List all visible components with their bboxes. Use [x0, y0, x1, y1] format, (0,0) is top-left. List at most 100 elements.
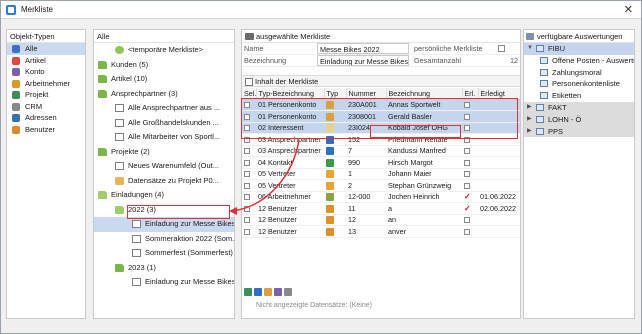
done-cell[interactable] — [462, 145, 478, 157]
report-item[interactable]: Zahlungsmoral — [524, 67, 634, 79]
tree-item[interactable]: Sommeraktion 2022 (Som... — [94, 232, 234, 247]
select-cell[interactable] — [242, 110, 256, 123]
close-icon[interactable]: ✕ — [624, 3, 633, 16]
tree-item[interactable]: Alle Ansprechpartner aus ... — [94, 101, 234, 116]
record-type-icon — [326, 181, 334, 190]
folder-open-icon — [98, 191, 107, 199]
column-header[interactable]: Erl. — [462, 88, 479, 100]
object-type-item[interactable]: Adressen — [7, 112, 85, 124]
row-select-checkbox[interactable] — [244, 113, 250, 120]
tree-item[interactable]: Kunden (5) — [94, 58, 234, 73]
done-cell[interactable] — [462, 225, 478, 238]
report-item[interactable]: Offene Posten - Auswertung — [524, 55, 634, 67]
table-row[interactable]: 01 Personenkonto 230A001 Annas Sportwelt — [242, 99, 520, 111]
tree-item[interactable]: Alle Großhandelskunden ... — [94, 116, 234, 131]
done-checkbox[interactable] — [464, 228, 470, 235]
tree-item[interactable]: Einladungen (4) — [94, 188, 234, 203]
done-checkbox[interactable] — [464, 182, 470, 189]
toolbar-button-icon[interactable] — [274, 288, 282, 296]
folder-icon — [98, 75, 107, 83]
personal-list-checkbox[interactable] — [498, 45, 505, 52]
done-date-cell — [478, 225, 520, 238]
done-cell[interactable] — [462, 214, 478, 226]
tree-item[interactable]: 2022 (3) — [94, 203, 234, 218]
tree-item[interactable]: Artikel (10) — [94, 72, 234, 87]
done-check-icon[interactable]: ✓ — [464, 192, 471, 201]
report-group[interactable]: ▶ LOHN - Ö — [524, 113, 634, 126]
toolbar-button-icon[interactable] — [284, 288, 292, 296]
row-select-checkbox[interactable] — [244, 125, 250, 132]
row-select-checkbox[interactable] — [244, 217, 250, 224]
column-header[interactable]: Typ — [324, 88, 347, 100]
report-group[interactable]: ▶ FAKT — [524, 101, 634, 114]
tree-item[interactable]: Alle Mitarbeiter von Sportl... — [94, 130, 234, 145]
column-header[interactable]: Sel... — [242, 88, 257, 100]
tree-item[interactable]: Sommerfest (Sommerfest) — [94, 246, 234, 261]
object-type-item[interactable]: Artikel — [7, 55, 85, 67]
toolbar-button-icon[interactable] — [264, 288, 272, 296]
tree-item-label: Kunden (5) — [111, 59, 149, 69]
done-checkbox[interactable] — [464, 148, 470, 155]
description-field[interactable]: Einladung zur Messe Bikes 20 — [317, 55, 409, 66]
expanded-arrow-icon[interactable]: ▼ — [527, 43, 533, 55]
done-cell[interactable]: ✓ — [462, 191, 478, 203]
object-type-item[interactable]: Konto — [7, 66, 85, 78]
object-type-item[interactable]: Benutzer — [7, 124, 85, 136]
done-checkbox[interactable] — [464, 125, 470, 132]
gear-icon — [115, 46, 124, 54]
object-type-item[interactable]: Projekt — [7, 89, 85, 101]
done-cell[interactable] — [462, 179, 478, 192]
done-checkbox[interactable] — [464, 159, 470, 166]
tree-item[interactable]: <temporäre Merkliste> — [94, 43, 234, 58]
toolbar-button-icon[interactable] — [254, 288, 262, 296]
column-header[interactable]: Erledigt — [478, 88, 520, 100]
tree-item[interactable]: Datensätze zu Projekt P0... — [94, 174, 234, 189]
table-row[interactable]: 12 Benutzer 13 anver — [242, 225, 520, 238]
object-type-item[interactable]: Alle — [7, 43, 85, 55]
tree-item[interactable]: 2023 (1) — [94, 261, 234, 276]
done-cell[interactable] — [462, 99, 478, 111]
done-checkbox[interactable] — [464, 102, 470, 109]
report-item[interactable]: Etiketten — [524, 90, 634, 102]
collapsed-arrow-icon[interactable]: ▶ — [527, 102, 532, 114]
done-checkbox[interactable] — [464, 171, 470, 178]
object-type-item[interactable]: CRM — [7, 101, 85, 113]
collapsed-arrow-icon[interactable]: ▶ — [527, 126, 532, 138]
row-select-checkbox[interactable] — [244, 228, 250, 235]
toolbar-button-icon[interactable] — [244, 288, 252, 296]
collapsed-arrow-icon[interactable]: ▶ — [527, 114, 532, 126]
tree-item[interactable]: Ansprechpartner (3) — [94, 87, 234, 102]
column-header[interactable]: Bezeichnung — [386, 88, 463, 100]
object-type-label: Arbeitnehmer — [25, 78, 71, 88]
report-group[interactable]: ▼ FIBU — [524, 43, 634, 55]
done-cell[interactable] — [462, 168, 478, 180]
table-row[interactable]: 02 Interessent 23I024 Kobald Josef OHG — [242, 122, 520, 134]
done-checkbox[interactable] — [464, 136, 470, 143]
tree-item[interactable]: Einladung zur Messe Bikes... — [94, 217, 234, 232]
tree-item[interactable]: Projekte (2) — [94, 145, 234, 160]
report-item[interactable]: Personenkontenliste — [524, 78, 634, 90]
done-checkbox[interactable] — [464, 113, 470, 120]
tree-item[interactable]: Einladung zur Messe Bikes... — [94, 275, 234, 290]
select-cell[interactable] — [242, 225, 256, 238]
done-cell[interactable] — [462, 133, 478, 146]
done-cell[interactable] — [462, 110, 478, 123]
object-type-item[interactable]: Arbeitnehmer — [7, 78, 85, 90]
done-cell[interactable] — [462, 122, 478, 134]
row-select-checkbox[interactable] — [244, 102, 250, 109]
name-field[interactable]: Messe Bikes 2022 — [317, 43, 409, 54]
done-cell[interactable]: ✓ — [462, 202, 478, 215]
select-cell[interactable] — [242, 122, 256, 134]
select-cell[interactable] — [242, 99, 256, 111]
table-row[interactable]: 01 Personenkonto 2308001 Gerald Basler — [242, 110, 520, 123]
folder-icon — [115, 263, 124, 272]
selected-list-header: ausgewählte Merkliste — [242, 30, 520, 43]
tree-header: Alle — [94, 30, 234, 43]
tree-item[interactable]: Neues Warenumfeld (Out... — [94, 159, 234, 174]
report-group[interactable]: ▶ PPS — [524, 125, 634, 138]
done-cell[interactable] — [462, 156, 478, 169]
column-header[interactable]: Typ-Bezeichnung — [256, 88, 325, 100]
done-checkbox[interactable] — [464, 217, 470, 224]
done-check-icon[interactable]: ✓ — [464, 204, 471, 213]
column-header[interactable]: Nummer — [346, 88, 387, 100]
